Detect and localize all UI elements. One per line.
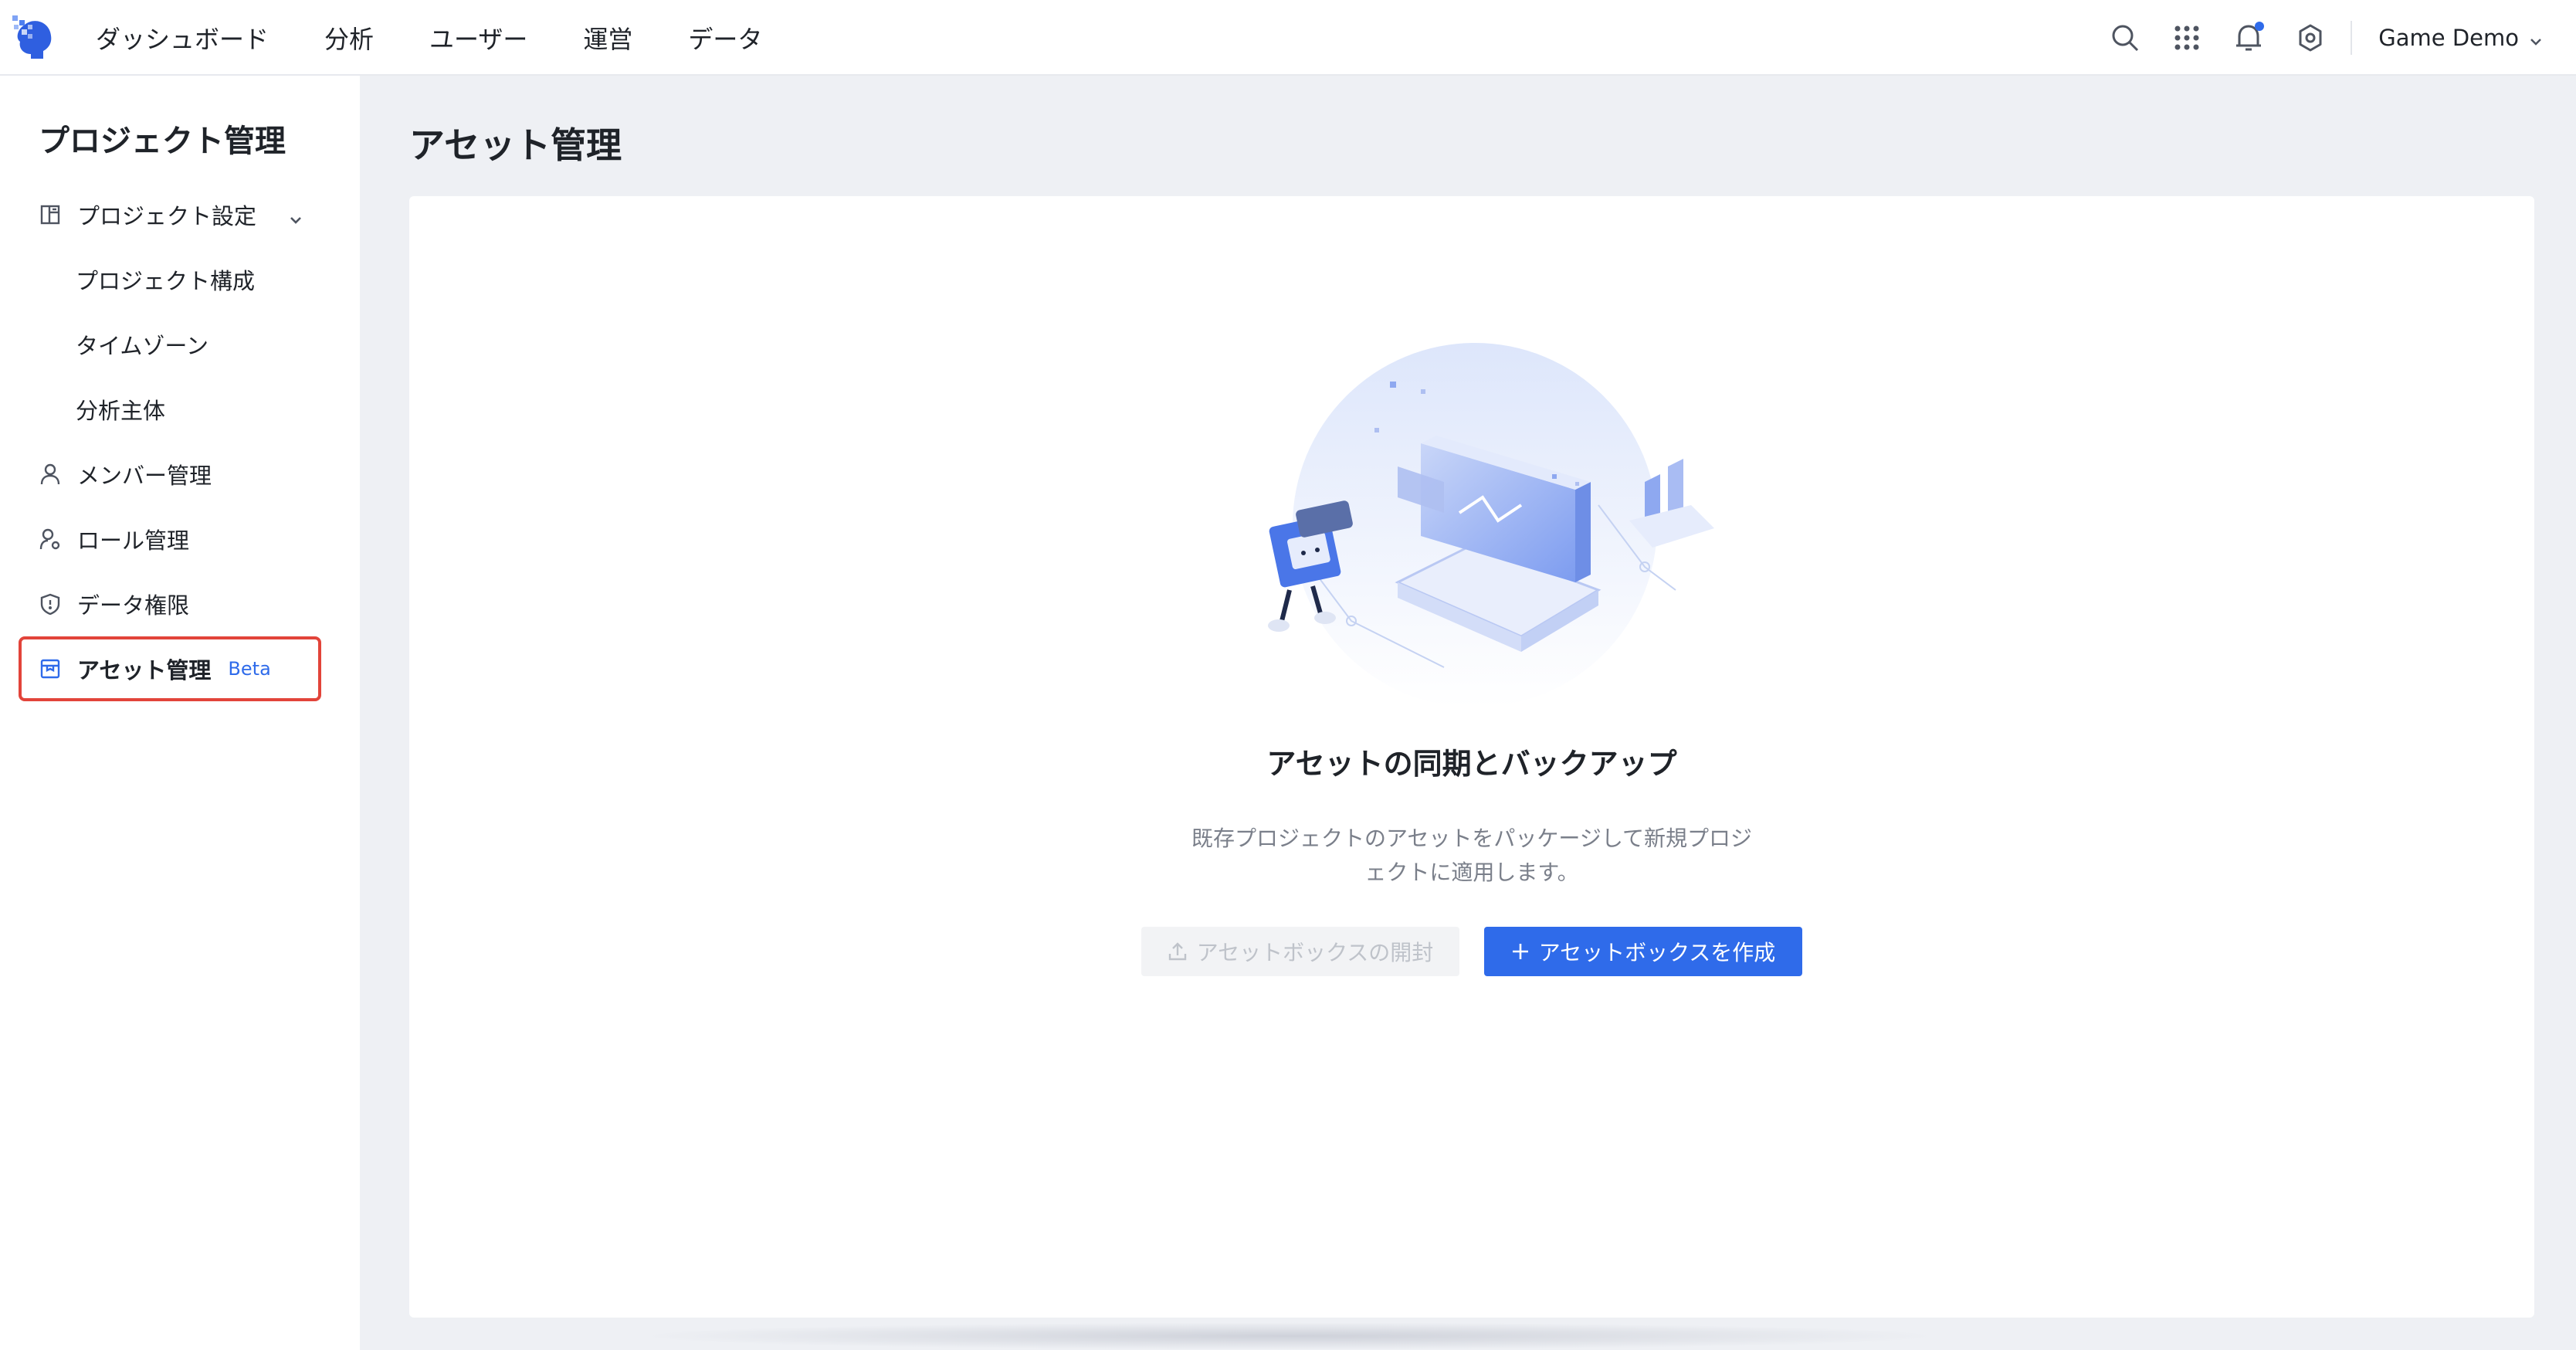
create-button-label: アセットボックスを作成 (1538, 940, 1776, 965)
chevron-down-icon (2530, 25, 2542, 51)
unpack-button-label: アセットボックスの開封 (1196, 940, 1434, 965)
main-nav: ダッシュボード 分析 ユーザー 運営 データ (96, 0, 818, 76)
plus-icon (1511, 942, 1530, 961)
sidebar-item-members[interactable]: メンバー管理 (19, 442, 321, 507)
sidebar-item-timezone[interactable]: タイムゾーン (19, 312, 321, 377)
chevron-down-icon[interactable] (289, 204, 303, 230)
shield-icon (39, 592, 62, 616)
sidebar-item-label: 分析主体 (76, 398, 166, 424)
sidebar-item-label: メンバー管理 (77, 463, 212, 489)
create-asset-box-button[interactable]: アセットボックスを作成 (1484, 927, 1802, 976)
upload-icon (1168, 941, 1188, 962)
top-navigation-bar: ダッシュボード 分析 ユーザー 運営 データ Game Demo (0, 0, 2576, 76)
user-role-icon (39, 527, 62, 551)
search-icon[interactable] (2108, 21, 2142, 55)
box-icon (39, 657, 62, 680)
nav-item-dashboard[interactable]: ダッシュボード (96, 20, 269, 56)
nav-item-analysis[interactable]: 分析 (324, 20, 374, 56)
brain-logo-icon[interactable] (11, 14, 56, 60)
top-right-toolbar: Game Demo (2108, 0, 2576, 76)
sidebar-item-label: タイムゾーン (76, 333, 208, 359)
sidebar-item-analysis-subject[interactable]: 分析主体 (19, 377, 321, 442)
sidebar-title: プロジェクト管理 (39, 124, 286, 159)
user-icon (39, 463, 62, 486)
project-name: Game Demo (2378, 25, 2519, 51)
empty-state-description: 既存プロジェクトのアセットをパッケージして新規プロジェクトに適用します。 (1191, 826, 1753, 885)
sidebar-item-label: アセット管理 (77, 657, 212, 683)
page-title: アセット管理 (409, 124, 622, 166)
app-grid-icon[interactable] (2170, 21, 2204, 55)
nav-item-operations[interactable]: 運営 (583, 20, 632, 56)
sidebar-item-project-settings[interactable]: プロジェクト設定 (19, 182, 321, 247)
bottom-shadow (633, 1322, 1946, 1350)
sidebar: プロジェクト管理 プロジェクト設定 プロジェクト構成 タイムゾーン 分析主体 メ… (0, 76, 360, 1350)
sidebar-item-label: ロール管理 (77, 527, 190, 554)
sidebar-item-roles[interactable]: ロール管理 (19, 507, 321, 572)
nav-item-users[interactable]: ユーザー (429, 20, 527, 56)
beta-badge: Beta (228, 658, 271, 680)
sidebar-item-label: データ権限 (77, 592, 190, 619)
nav-item-data[interactable]: データ (688, 20, 762, 56)
project-switcher[interactable]: Game Demo (2378, 25, 2542, 51)
unpack-asset-box-button[interactable]: アセットボックスの開封 (1141, 927, 1459, 976)
gear-icon[interactable] (2293, 21, 2327, 55)
sidebar-item-label: プロジェクト設定 (77, 203, 257, 229)
toolbar-divider (2351, 21, 2353, 55)
bell-icon[interactable] (2232, 21, 2266, 55)
asset-sync-illustration (1268, 343, 1714, 707)
layout-icon (39, 203, 62, 226)
empty-state-title: アセットの同期とバックアップ (1266, 747, 1677, 781)
sidebar-item-asset-management[interactable]: アセット管理 Beta (19, 636, 321, 701)
sidebar-item-label: プロジェクト構成 (76, 268, 256, 294)
sidebar-item-data-permissions[interactable]: データ権限 (19, 572, 321, 636)
sidebar-item-project-config[interactable]: プロジェクト構成 (19, 247, 321, 312)
empty-state-card: アセットの同期とバックアップ 既存プロジェクトのアセットをパッケージして新規プロ… (409, 196, 2534, 1318)
